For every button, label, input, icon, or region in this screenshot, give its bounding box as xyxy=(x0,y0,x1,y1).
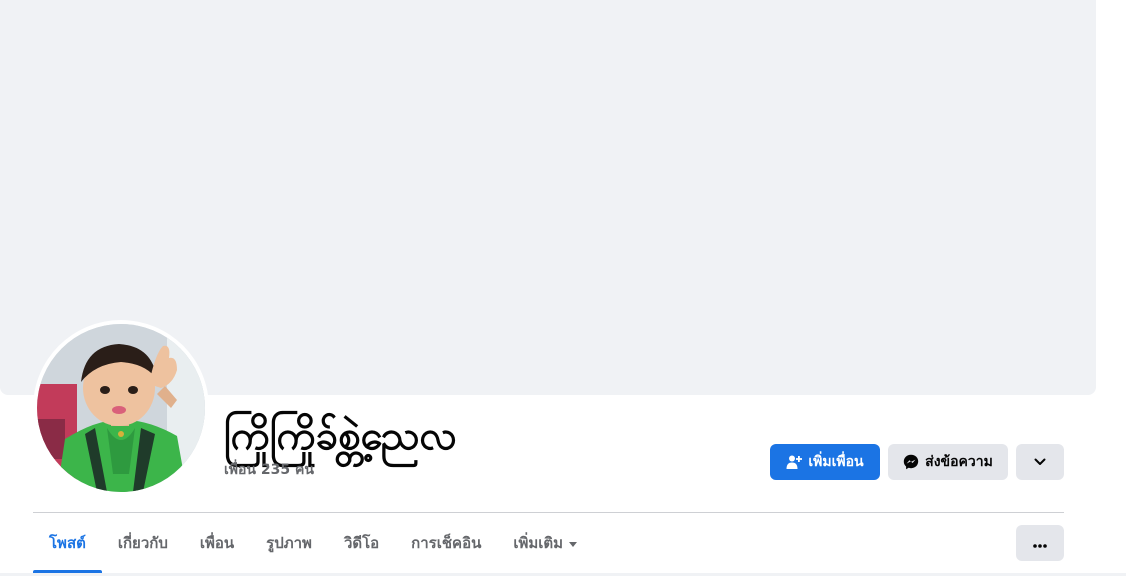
tab-check-ins[interactable]: การเช็คอิน xyxy=(395,513,497,573)
profile-picture[interactable] xyxy=(37,324,205,492)
profile-tabs: โพสต์ เกี่ยวกับ เพื่อน รูปภาพ วิดีโอ การ… xyxy=(33,513,593,573)
tab-more[interactable]: เพิ่มเติม xyxy=(497,513,593,573)
send-message-button[interactable]: ส่งข้อความ xyxy=(888,444,1008,480)
tab-photos[interactable]: รูปภาพ xyxy=(250,513,328,573)
send-message-label: ส่งข้อความ xyxy=(925,454,993,470)
tab-label: เพื่อน xyxy=(199,534,235,552)
person-add-icon xyxy=(786,454,803,470)
chevron-down-icon xyxy=(1033,455,1047,469)
messenger-icon xyxy=(903,454,919,470)
tab-label: โพสต์ xyxy=(49,534,86,552)
add-friend-button[interactable]: เพิ่มเพื่อน xyxy=(770,444,880,480)
tabs-more-button[interactable] xyxy=(1016,525,1064,561)
tab-videos[interactable]: วิดีโอ xyxy=(328,513,395,573)
tab-label: เพิ่มเติม xyxy=(513,534,564,552)
tab-label: เกี่ยวกับ xyxy=(117,534,168,552)
profile-picture-frame[interactable] xyxy=(33,320,209,496)
ellipsis-icon xyxy=(1032,534,1048,553)
caret-down-icon xyxy=(569,541,578,547)
tab-posts[interactable]: โพสต์ xyxy=(33,513,102,573)
tab-label: รูปภาพ xyxy=(266,534,312,552)
profile-picture-image xyxy=(37,324,205,492)
profile-name: ကြိုကြိုခ်စ္တဲ့ညေလ xyxy=(224,413,458,459)
tab-label: วิดีโอ xyxy=(343,534,380,552)
profile-options-button[interactable] xyxy=(1016,444,1064,480)
tab-label: การเช็คอิน xyxy=(411,534,482,552)
profile-page: ကြိုကြိုခ်စ္တဲ့ညေလ เพื่อน 235 คน เพิ่มเพ… xyxy=(0,0,1126,576)
tab-about[interactable]: เกี่ยวกับ xyxy=(102,513,184,573)
friend-count[interactable]: เพื่อน 235 คน xyxy=(224,461,314,479)
add-friend-label: เพิ่มเพื่อน xyxy=(808,454,864,470)
tab-friends[interactable]: เพื่อน xyxy=(184,513,250,573)
